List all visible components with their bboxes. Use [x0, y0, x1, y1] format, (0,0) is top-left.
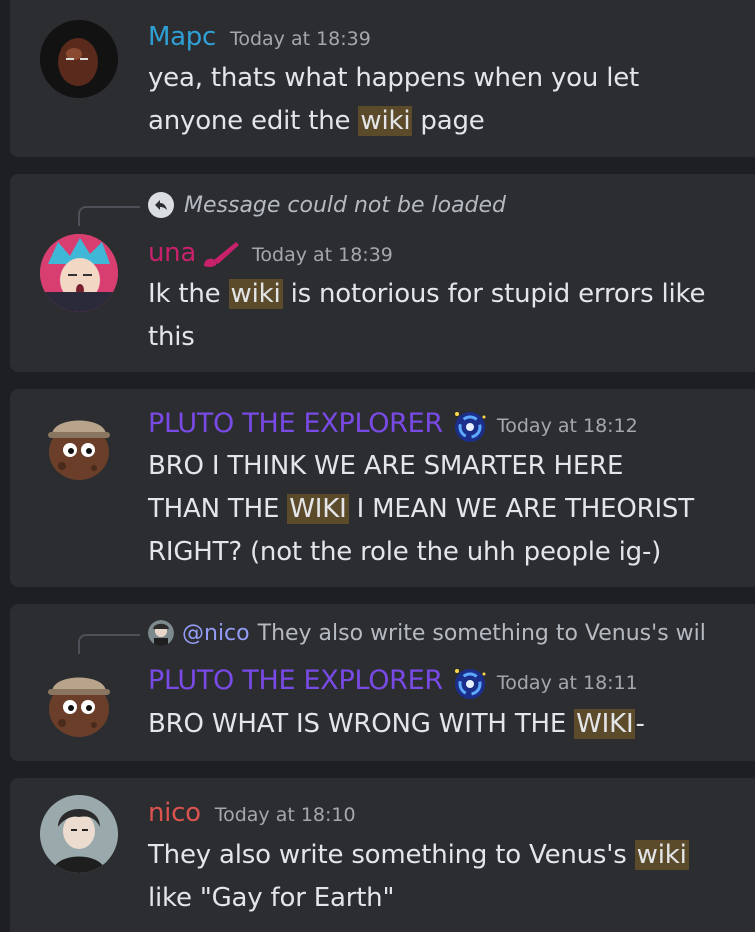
message-card[interactable]: Марс Today at 18:39 yea, thats what happ… [10, 0, 755, 157]
username[interactable]: una [148, 238, 196, 268]
message-line: like "Gay for Earth" [148, 883, 395, 913]
message-line: BRO I THINK WE ARE SMARTER HERE [148, 451, 624, 481]
search-highlight: wiki [358, 106, 413, 136]
search-highlight: wiki [228, 279, 283, 309]
message-line: RIGHT? (not the role the uhh people ig-) [148, 537, 662, 567]
timestamp[interactable]: Today at 18:11 [497, 672, 638, 694]
message-content: BRO WHAT IS WRONG WITH THE WIKI- [148, 703, 748, 746]
username[interactable]: nico [148, 798, 201, 828]
reply-arrow-icon [148, 192, 174, 218]
message-line: They also write something to Venus's wik… [148, 840, 689, 870]
message-card[interactable]: Message could not be loaded una Today at… [10, 174, 755, 372]
reply-mention[interactable]: @nico [182, 621, 250, 646]
avatar[interactable] [40, 795, 118, 873]
message-line: THAN THE WIKI I MEAN WE ARE THEORIST [148, 494, 694, 524]
avatar[interactable] [40, 234, 118, 312]
timestamp[interactable]: Today at 18:39 [252, 244, 393, 266]
username[interactable]: PLUTO THE EXPLORER [148, 408, 443, 439]
message-content: They also write something to Venus's wik… [148, 834, 748, 920]
username[interactable]: PLUTO THE EXPLORER [148, 665, 443, 696]
message-content: BRO I THINK WE ARE SMARTER HERE THAN THE… [148, 445, 738, 574]
timestamp[interactable]: Today at 18:12 [497, 415, 638, 437]
username[interactable]: Марс [148, 22, 216, 52]
message-line: yea, thats what happens when you let [148, 63, 640, 93]
timestamp[interactable]: Today at 18:10 [215, 804, 356, 826]
message-content: yea, thats what happens when you let any… [148, 57, 748, 143]
message-content: Ik the wiki is notorious for stupid erro… [148, 273, 748, 359]
timestamp[interactable]: Today at 18:39 [230, 28, 371, 50]
avatar[interactable] [40, 20, 118, 98]
message-line: BRO WHAT IS WRONG WITH THE WIKI- [148, 709, 645, 739]
reply-avatar [148, 620, 174, 646]
reply-text: They also write something to Venus's wil [257, 620, 706, 646]
reply-preview[interactable]: @nico They also write something to Venus… [148, 620, 706, 646]
message-line: Ik the wiki is notorious for stupid erro… [148, 279, 706, 309]
search-highlight: WIKI [574, 709, 636, 739]
message-line: anyone edit the wiki page [148, 106, 485, 136]
search-highlight: WIKI [287, 494, 349, 524]
galaxy-icon [451, 408, 489, 446]
reply-connector [78, 206, 140, 226]
message-card[interactable]: @nico They also write something to Venus… [10, 604, 755, 761]
message-card[interactable]: nico Today at 18:10 They also write some… [10, 778, 755, 932]
reply-connector [78, 634, 140, 654]
avatar[interactable] [40, 663, 118, 741]
reply-text: Message could not be loaded [184, 192, 507, 218]
paintbrush-icon [200, 238, 242, 268]
galaxy-icon [451, 665, 489, 703]
message-card[interactable]: PLUTO THE EXPLORER Today at 18:12 BRO I … [10, 389, 755, 587]
reply-preview[interactable]: Message could not be loaded [148, 192, 506, 218]
search-highlight: wiki [634, 840, 689, 870]
message-line: this [148, 322, 195, 352]
avatar[interactable] [40, 406, 118, 484]
